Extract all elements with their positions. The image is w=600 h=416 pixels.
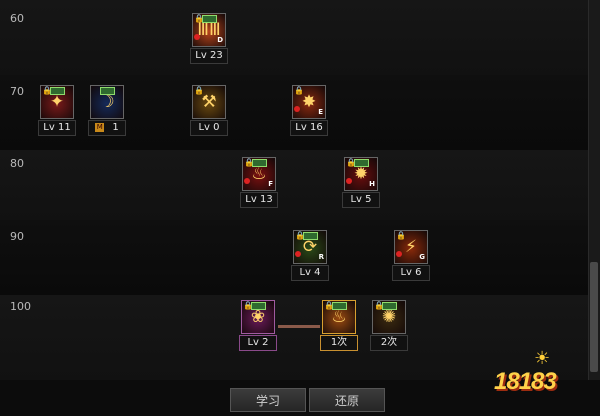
skill-tag-icon <box>252 159 267 167</box>
skill-level: Lv 0 <box>190 120 228 136</box>
level-band-60 <box>0 0 588 75</box>
skill-slot[interactable]: ⚒ 🔒 Lv 0 <box>190 85 228 136</box>
warning-dot-icon <box>295 251 301 257</box>
reset-button[interactable]: 还原 <box>309 388 385 412</box>
hotkey-label: R <box>318 253 324 261</box>
skill-icon: ⚡ 🔒 G <box>394 230 428 264</box>
skill-slot[interactable]: ☽ M1 <box>88 85 126 136</box>
lock-icon: 🔒 <box>396 231 406 240</box>
sun-icon: ☀ <box>534 348 551 369</box>
logo-wordmark: 18183 <box>494 368 557 395</box>
hotkey-label: H <box>369 180 375 188</box>
level-label: 70 <box>10 85 24 98</box>
skill-slot[interactable]: ⟳ 🔒 R Lv 4 <box>291 230 329 281</box>
hotkey-label: F <box>268 180 273 188</box>
skill-slot[interactable]: ✸ 🔒 E Lv 16 <box>290 85 328 136</box>
level-label: 60 <box>10 12 24 25</box>
skill-slot[interactable]: ⚡ 🔒 G Lv 6 <box>392 230 430 281</box>
hotkey-label: D <box>217 36 223 44</box>
skill-icon: ♨ 🔒 <box>322 300 356 334</box>
skill-level: Lv 4 <box>291 265 329 281</box>
skill-icon: ☽ <box>90 85 124 119</box>
skill-slot[interactable]: ♨ 🔒 F Lv 13 <box>240 157 278 208</box>
hotkey-label: E <box>318 108 323 116</box>
skill-level: 2次 <box>370 335 408 351</box>
warning-dot-icon <box>294 106 300 112</box>
skill-slot[interactable]: ✹ 🔒 H Lv 5 <box>342 157 380 208</box>
skill-slot[interactable]: ✺ 🔒 2次 <box>370 300 408 351</box>
skill-tag-icon <box>354 159 369 167</box>
skill-tag-icon <box>382 302 397 310</box>
skill-tag-icon <box>303 232 318 240</box>
skill-level: Lv 2 <box>239 335 277 351</box>
skill-level: 1次 <box>320 335 358 351</box>
hotkey-label: G <box>419 253 425 261</box>
warning-dot-icon <box>194 34 200 40</box>
skill-level: M1 <box>88 120 126 136</box>
skill-slot[interactable]: ⅢⅢ 🔒 D Lv 23 <box>190 13 228 64</box>
warning-dot-icon <box>396 251 402 257</box>
skill-level: Lv 16 <box>290 120 328 136</box>
warning-dot-icon <box>346 178 352 184</box>
skill-tag-icon <box>50 87 65 95</box>
skill-slot[interactable]: ❀ 🔒 Lv 2 <box>239 300 277 351</box>
site-logo: ☀ 18183 <box>494 346 586 402</box>
skill-tag-icon <box>251 302 266 310</box>
skill-tag-icon <box>332 302 347 310</box>
skill-slot[interactable]: ♨ 🔒 1次 <box>320 300 358 351</box>
skill-tag-icon <box>202 15 217 23</box>
skill-icon: ✸ 🔒 E <box>292 85 326 119</box>
lock-icon: 🔒 <box>294 86 304 95</box>
skill-icon: ⟳ 🔒 R <box>293 230 327 264</box>
warning-dot-icon <box>244 178 250 184</box>
skill-level: Lv 23 <box>190 48 228 64</box>
skill-connector-line <box>278 325 320 328</box>
level-band-80 <box>0 150 588 220</box>
skill-icon: ⅢⅢ 🔒 D <box>192 13 226 47</box>
level-label: 100 <box>10 300 31 313</box>
skill-level: Lv 11 <box>38 120 76 136</box>
skill-icon: ✺ 🔒 <box>372 300 406 334</box>
lock-icon: 🔒 <box>194 86 204 95</box>
skill-tag-icon <box>100 87 115 95</box>
mastery-badge-icon: M <box>95 122 105 132</box>
skill-icon: ✦ 🔒 <box>40 85 74 119</box>
level-label: 80 <box>10 157 24 170</box>
skill-icon: ❀ 🔒 <box>241 300 275 334</box>
skill-icon: ⚒ 🔒 <box>192 85 226 119</box>
scrollbar-thumb[interactable] <box>590 262 598 372</box>
learn-button[interactable]: 学习 <box>230 388 306 412</box>
skill-level: Lv 6 <box>392 265 430 281</box>
skill-slot[interactable]: ✦ 🔒 Lv 11 <box>38 85 76 136</box>
skill-icon: ✹ 🔒 H <box>344 157 378 191</box>
skill-level-value: 1 <box>112 122 119 133</box>
skill-icon: ♨ 🔒 F <box>242 157 276 191</box>
skill-level: Lv 5 <box>342 192 380 208</box>
level-label: 90 <box>10 230 24 243</box>
skill-level: Lv 13 <box>240 192 278 208</box>
